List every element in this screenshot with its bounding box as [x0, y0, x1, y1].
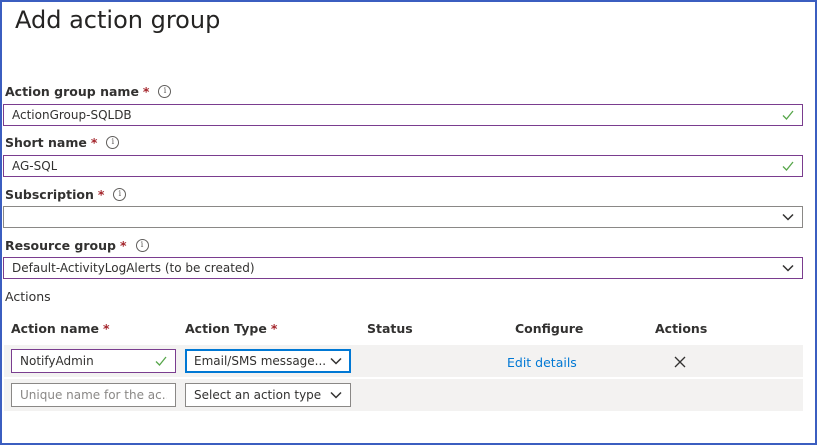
short-name-label-text: Short name: [5, 135, 87, 150]
resource-group-value: Default-ActivityLogAlerts (to be created…: [12, 261, 255, 275]
chevron-down-icon: [330, 357, 342, 365]
info-icon[interactable]: i: [106, 136, 120, 149]
action-type-value: Email/SMS message...: [194, 354, 327, 368]
checkmark-icon: [782, 110, 794, 120]
resource-group-label-text: Resource group: [5, 238, 116, 253]
info-icon[interactable]: i: [158, 85, 172, 98]
page-title: Add action group: [15, 6, 221, 34]
required-marker: *: [119, 238, 127, 253]
required-marker: *: [90, 135, 98, 150]
column-header-actions: Actions: [655, 321, 708, 336]
column-header-action-name-text: Action name: [11, 321, 100, 336]
chevron-down-icon: [782, 213, 794, 221]
required-marker: *: [103, 321, 110, 336]
column-header-configure: Configure: [515, 321, 584, 336]
short-name-label: Short name * i: [5, 135, 120, 150]
resource-group-label: Resource group * i: [5, 238, 149, 253]
new-action-type-placeholder: Select an action type: [194, 388, 322, 402]
checkmark-icon: [782, 161, 794, 171]
subscription-label: Subscription * i: [5, 187, 127, 202]
action-group-name-label: Action group name * i: [5, 84, 172, 99]
new-action-type-dropdown[interactable]: Select an action type: [185, 383, 351, 407]
short-name-input[interactable]: AG-SQL: [3, 155, 803, 177]
action-group-name-input[interactable]: ActionGroup-SQLDB: [3, 104, 803, 126]
required-marker: *: [270, 321, 278, 336]
action-type-dropdown[interactable]: Email/SMS message...: [185, 349, 351, 373]
column-header-action-type: Action Type *: [185, 321, 277, 336]
action-name-value: NotifyAdmin: [20, 354, 94, 368]
edit-details-link[interactable]: Edit details: [507, 355, 577, 370]
short-name-value: AG-SQL: [12, 159, 58, 173]
action-group-name-value: ActionGroup-SQLDB: [12, 108, 132, 122]
actions-section-label: Actions: [5, 289, 51, 304]
action-name-input[interactable]: NotifyAdmin: [11, 349, 176, 373]
column-header-action-name: Action name *: [11, 321, 110, 336]
close-icon[interactable]: [674, 356, 686, 368]
action-group-panel: Add action group Action group name * i A…: [0, 0, 817, 445]
column-header-action-type-text: Action Type: [185, 321, 267, 336]
checkmark-icon: [155, 356, 167, 366]
chevron-down-icon: [330, 391, 342, 399]
info-icon[interactable]: i: [113, 188, 127, 201]
required-marker: *: [142, 84, 150, 99]
new-action-name-input[interactable]: Unique name for the ac...: [11, 383, 176, 407]
action-group-name-label-text: Action group name: [5, 84, 139, 99]
required-marker: *: [97, 187, 105, 202]
chevron-down-icon: [782, 264, 794, 272]
info-icon[interactable]: i: [135, 239, 149, 252]
column-header-status: Status: [367, 321, 413, 336]
resource-group-dropdown[interactable]: Default-ActivityLogAlerts (to be created…: [3, 257, 803, 279]
new-action-name-placeholder: Unique name for the ac...: [20, 388, 167, 402]
subscription-label-text: Subscription: [5, 187, 94, 202]
subscription-dropdown[interactable]: [3, 206, 803, 228]
